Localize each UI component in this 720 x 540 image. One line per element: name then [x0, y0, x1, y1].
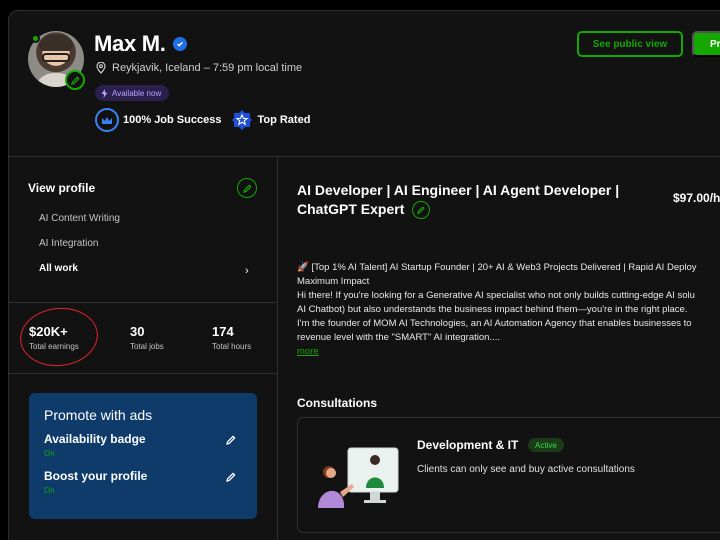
status-badge: Active: [528, 438, 564, 452]
promo-availability-badge: Availability badge On: [44, 432, 242, 458]
profile-headline: AI Developer | AI Engineer | AI Agent De…: [297, 181, 637, 219]
overview-line: Maximum Impact: [297, 275, 720, 289]
headline-line-2: ChatGPT Expert: [297, 201, 404, 217]
consultation-card[interactable]: Development & IT Active Clients can only…: [297, 417, 720, 533]
hourly-rate: $97.00/hr: [673, 191, 720, 205]
highlight-annotation: [17, 304, 101, 370]
overview-line: AI Chatbot) but also understands the bus…: [297, 303, 720, 317]
promo-boost-profile: Boost your profile On: [44, 469, 242, 495]
top-rated-badge: Top Rated: [231, 109, 310, 131]
pencil-icon[interactable]: [226, 472, 236, 482]
promo-row-title: Availability badge: [44, 432, 242, 446]
avatar-glasses: [42, 53, 70, 62]
availability-badge[interactable]: Available now: [95, 85, 169, 101]
main-content: AI Developer | AI Engineer | AI Agent De…: [279, 157, 720, 540]
pencil-icon: [417, 206, 425, 214]
consultation-description: Clients can only see and buy active cons…: [417, 464, 635, 475]
sidebar-item-all-work[interactable]: All work: [39, 263, 78, 274]
headline-line-1: AI Developer | AI Engineer | AI Agent De…: [297, 182, 619, 198]
promo-row-status: On: [44, 449, 242, 458]
top-rated-icon: [231, 109, 253, 131]
chevron-right-icon: ›: [245, 265, 249, 277]
overview-line: Hi there! If you're looking for a Genera…: [297, 289, 720, 303]
promote-with-ads-card: Promote with ads Availability badge On B…: [29, 393, 257, 519]
verified-icon: [173, 37, 187, 51]
sidebar-item-ai-content-writing[interactable]: AI Content Writing: [39, 213, 120, 224]
promo-row-title: Boost your profile: [44, 469, 242, 483]
view-profile-heading: View profile: [28, 181, 95, 195]
stat-value: 174: [212, 324, 251, 339]
location-row: Reykjavik, Iceland – 7:59 pm local time: [96, 62, 302, 74]
see-public-view-button[interactable]: See public view: [577, 31, 683, 57]
avatar-hair: [39, 35, 73, 51]
lightning-icon: [101, 89, 108, 98]
stat-label: Total hours: [212, 342, 251, 351]
profile-settings-button[interactable]: Pro: [692, 31, 720, 57]
pencil-icon: [243, 184, 252, 193]
availability-text: Available now: [112, 89, 161, 98]
divider: [9, 302, 278, 303]
location-text: Reykjavik, Iceland – 7:59 pm local time: [112, 62, 302, 74]
divider: [9, 373, 278, 374]
online-status-dot: [31, 34, 40, 43]
job-success-badge: 100% Job Success: [95, 108, 221, 132]
left-sidebar: View profile AI Content Writing AI Integ…: [9, 157, 278, 540]
stat-total-jobs: 30 Total jobs: [130, 324, 164, 351]
sidebar-item-ai-integration[interactable]: AI Integration: [39, 238, 98, 249]
edit-specialized-profiles-button[interactable]: [237, 178, 257, 198]
consultations-heading: Consultations: [297, 396, 377, 410]
profile-name: Max M.: [94, 31, 166, 57]
profile-page: Max M. Reykjavik, Iceland – 7:59 pm loca…: [8, 10, 720, 540]
crown-icon: [95, 108, 119, 132]
pencil-icon: [71, 76, 80, 85]
overview-line: I'm the founder of MOM AI Technologies, …: [297, 317, 720, 331]
consultation-title: Development & IT: [417, 438, 518, 452]
stat-value: 30: [130, 324, 164, 339]
stat-label: Total jobs: [130, 342, 164, 351]
pencil-icon[interactable]: [226, 435, 236, 445]
consultation-illustration: [312, 442, 408, 512]
promo-row-status: On: [44, 486, 242, 495]
overview-line: revenue level with the "SMART" AI integr…: [297, 331, 720, 345]
profile-badges: 100% Job Success Top Rated: [95, 108, 310, 132]
more-link[interactable]: more: [297, 345, 720, 359]
stat-total-hours: 174 Total hours: [212, 324, 251, 351]
location-pin-icon: [96, 62, 106, 74]
profile-header: Max M. Reykjavik, Iceland – 7:59 pm loca…: [9, 11, 720, 157]
edit-headline-button[interactable]: [412, 201, 430, 219]
job-success-text: 100% Job Success: [123, 114, 221, 126]
promo-title: Promote with ads: [44, 407, 242, 423]
overview-line: 🚀 [Top 1% AI Talent] AI Startup Founder …: [297, 261, 720, 275]
top-rated-text: Top Rated: [257, 114, 310, 126]
edit-avatar-button[interactable]: [65, 70, 85, 90]
profile-overview: 🚀 [Top 1% AI Talent] AI Startup Founder …: [297, 261, 720, 359]
